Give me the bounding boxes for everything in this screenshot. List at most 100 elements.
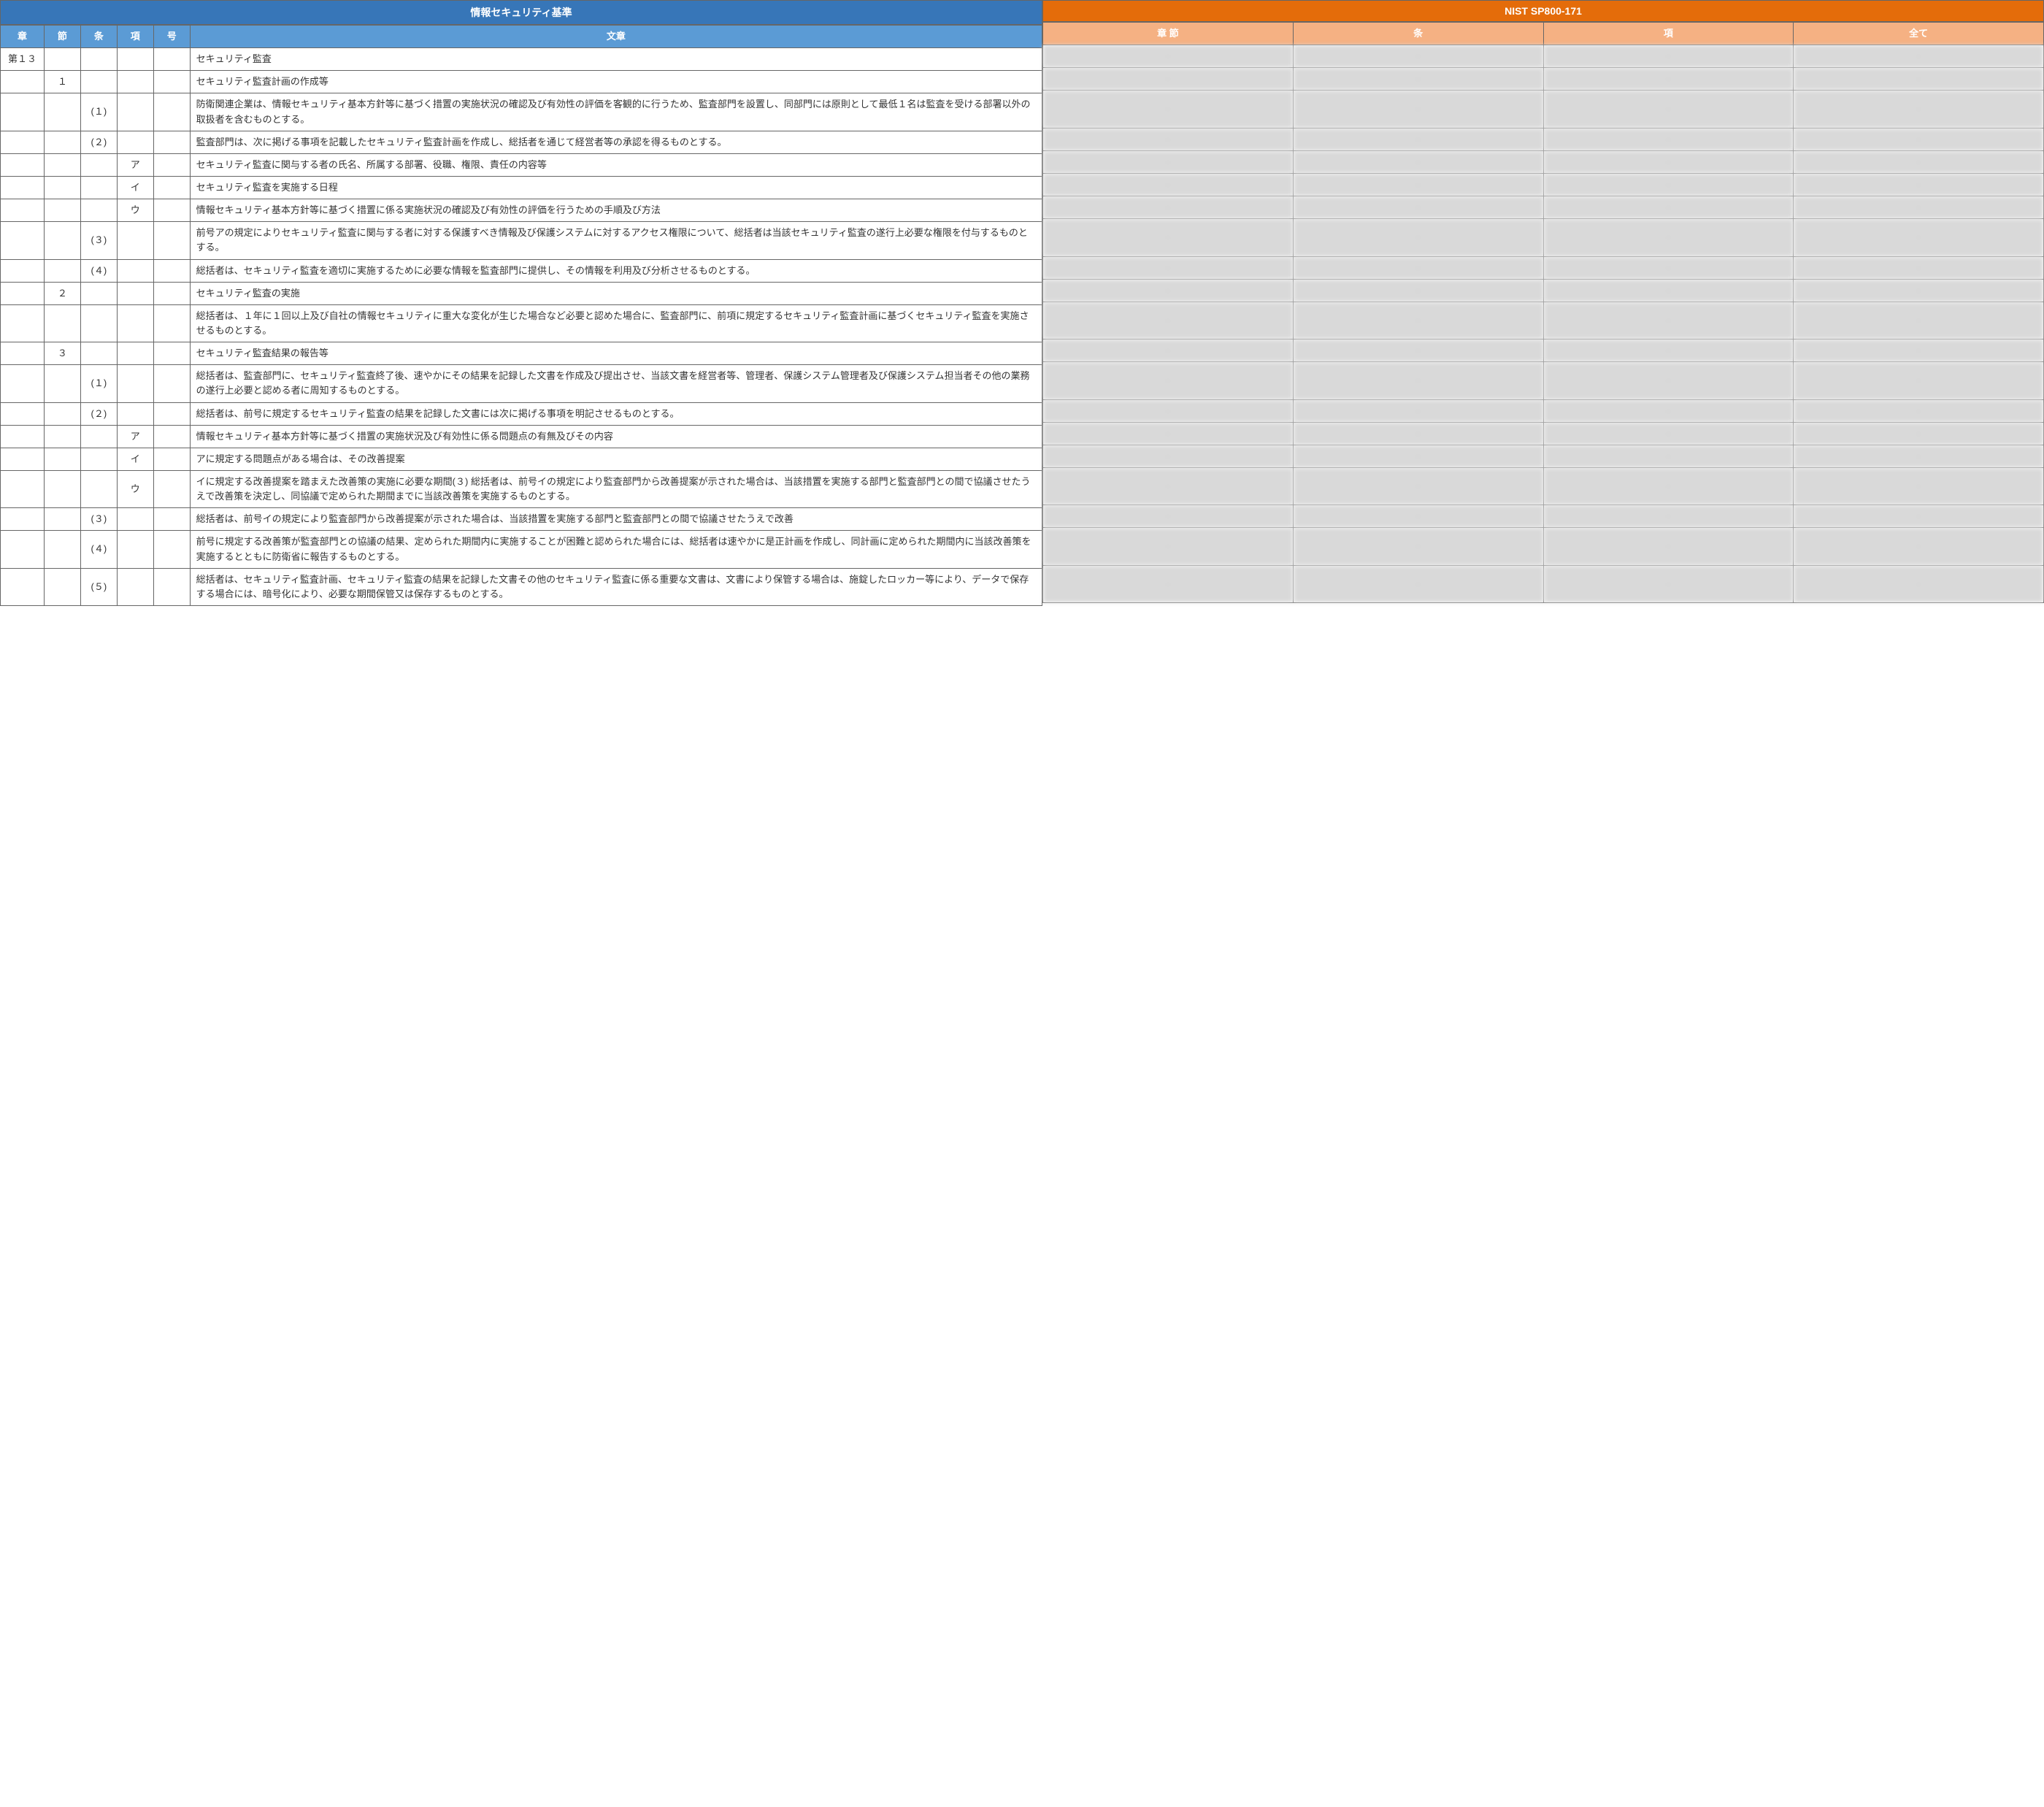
cell-section	[44, 199, 80, 222]
right-panel: NIST SP800-171 章 節 条 項 全て --------------…	[1042, 0, 2044, 606]
cell-c3: -	[1543, 339, 1794, 362]
table-row: ----	[1043, 173, 2044, 196]
table-row: (４)総括者は、セキュリティ監査を適切に実施するために必要な情報を監査部門に提供…	[1, 259, 1042, 282]
cell-text: 情報セキュリティ基本方針等に基づく措置に係る実施状況の確認及び有効性の評価を行う…	[190, 199, 1042, 222]
cell-article	[80, 470, 117, 507]
cell-chapter	[1, 342, 45, 365]
cell-section	[44, 448, 80, 470]
cell-paragraph: ウ	[117, 199, 153, 222]
table-row: ----	[1043, 91, 2044, 128]
cell-c3: -	[1543, 445, 1794, 467]
cell-section	[44, 425, 80, 448]
table-row: ウイに規定する改善提案を踏まえた改善策の実施に必要な期間(３) 総括者は、前号イ…	[1, 470, 1042, 507]
cell-c3: -	[1543, 422, 1794, 445]
cell-c1: -	[1043, 196, 1294, 219]
cell-c3: -	[1543, 362, 1794, 399]
cell-chapter	[1, 425, 45, 448]
cell-section: ３	[44, 342, 80, 365]
cell-c1: -	[1043, 279, 1294, 302]
cell-section	[44, 470, 80, 507]
cell-text: 前号アの規定によりセキュリティ監査に関与する者に対する保護すべき情報及び保護シス…	[190, 222, 1042, 259]
cell-c4: -	[1794, 91, 2044, 128]
cell-c4: -	[1794, 173, 2044, 196]
cell-c4: -	[1794, 68, 2044, 91]
cell-c1: -	[1043, 150, 1294, 173]
cell-paragraph	[117, 131, 153, 153]
table-row: (１) 総括者は、監査部門に、セキュリティ監査終了後、速やかにその結果を記録した文…	[1, 365, 1042, 402]
cell-paragraph	[117, 402, 153, 425]
cell-c4: -	[1794, 45, 2044, 68]
cell-c1: -	[1043, 128, 1294, 150]
cell-item	[153, 199, 190, 222]
cell-c2: -	[1293, 505, 1543, 528]
cell-section	[44, 259, 80, 282]
cell-c1: -	[1043, 467, 1294, 504]
cell-c2: -	[1293, 45, 1543, 68]
cell-article	[80, 176, 117, 199]
cell-text: 情報セキュリティ基本方針等に基づく措置の実施状況及び有効性に係る問題点の有無及び…	[190, 425, 1042, 448]
cell-paragraph	[117, 71, 153, 93]
left-table: 章 節 条 項 号 文章 第１３セキュリティ監査１セキュリティ監査計画の作成等(…	[0, 25, 1042, 606]
header-chap-sec: 章 節	[1043, 23, 1294, 45]
cell-c2: -	[1293, 128, 1543, 150]
cell-text: セキュリティ監査計画の作成等	[190, 71, 1042, 93]
cell-paragraph	[117, 342, 153, 365]
table-row: 第１３セキュリティ監査	[1, 48, 1042, 71]
cell-item	[153, 176, 190, 199]
table-row: ----	[1043, 362, 2044, 399]
cell-c3: -	[1543, 528, 1794, 565]
cell-c3: -	[1543, 128, 1794, 150]
cell-paragraph: ア	[117, 425, 153, 448]
cell-item	[153, 448, 190, 470]
cell-chapter	[1, 470, 45, 507]
cell-c2: -	[1293, 219, 1543, 256]
cell-c2: -	[1293, 528, 1543, 565]
cell-c1: -	[1043, 219, 1294, 256]
cell-article: (５)	[80, 568, 117, 605]
cell-c3: -	[1543, 45, 1794, 68]
cell-item	[153, 259, 190, 282]
cell-c4: -	[1794, 302, 2044, 339]
cell-chapter	[1, 448, 45, 470]
cell-section	[44, 93, 80, 131]
cell-section	[44, 153, 80, 176]
cell-c1: -	[1043, 445, 1294, 467]
cell-paragraph: イ	[117, 176, 153, 199]
header-article: 条	[80, 26, 117, 48]
cell-text: 監査部門は、次に掲げる事項を記載したセキュリティ監査計画を作成し、総括者を通じて…	[190, 131, 1042, 153]
cell-c4: -	[1794, 150, 2044, 173]
cell-text: セキュリティ監査を実施する日程	[190, 176, 1042, 199]
cell-section	[44, 48, 80, 71]
cell-article: (１)	[80, 365, 117, 402]
header-paragraph: 項	[117, 26, 153, 48]
cell-text: セキュリティ監査結果の報告等	[190, 342, 1042, 365]
cell-article	[80, 282, 117, 304]
cell-c2: -	[1293, 68, 1543, 91]
cell-c2: -	[1293, 445, 1543, 467]
cell-section	[44, 402, 80, 425]
cell-c4: -	[1794, 279, 2044, 302]
cell-c2: -	[1293, 362, 1543, 399]
table-row: ----	[1043, 467, 2044, 504]
table-row: ----	[1043, 68, 2044, 91]
cell-c4: -	[1794, 505, 2044, 528]
cell-chapter	[1, 402, 45, 425]
cell-text: セキュリティ監査に関与する者の氏名、所属する部署、役職、権限、責任の内容等	[190, 153, 1042, 176]
cell-c3: -	[1543, 150, 1794, 173]
cell-paragraph	[117, 93, 153, 131]
cell-text: 総括者は、監査部門に、セキュリティ監査終了後、速やかにその結果を記録した文書を作…	[190, 365, 1042, 402]
cell-article	[80, 153, 117, 176]
table-row: ----	[1043, 45, 2044, 68]
cell-c3: -	[1543, 467, 1794, 504]
cell-article	[80, 304, 117, 342]
cell-text: 総括者は、セキュリティ監査を適切に実施するために必要な情報を監査部門に提供し、そ…	[190, 259, 1042, 282]
cell-paragraph	[117, 304, 153, 342]
table-row: ----	[1043, 505, 2044, 528]
cell-item	[153, 304, 190, 342]
cell-text: 前号に規定する改善策が監査部門との協議の結果、定められた期間内に実施することが困…	[190, 531, 1042, 568]
cell-article: (３)	[80, 222, 117, 259]
cell-chapter	[1, 199, 45, 222]
cell-chapter: 第１３	[1, 48, 45, 71]
header-section: 節	[44, 26, 80, 48]
cell-chapter	[1, 259, 45, 282]
